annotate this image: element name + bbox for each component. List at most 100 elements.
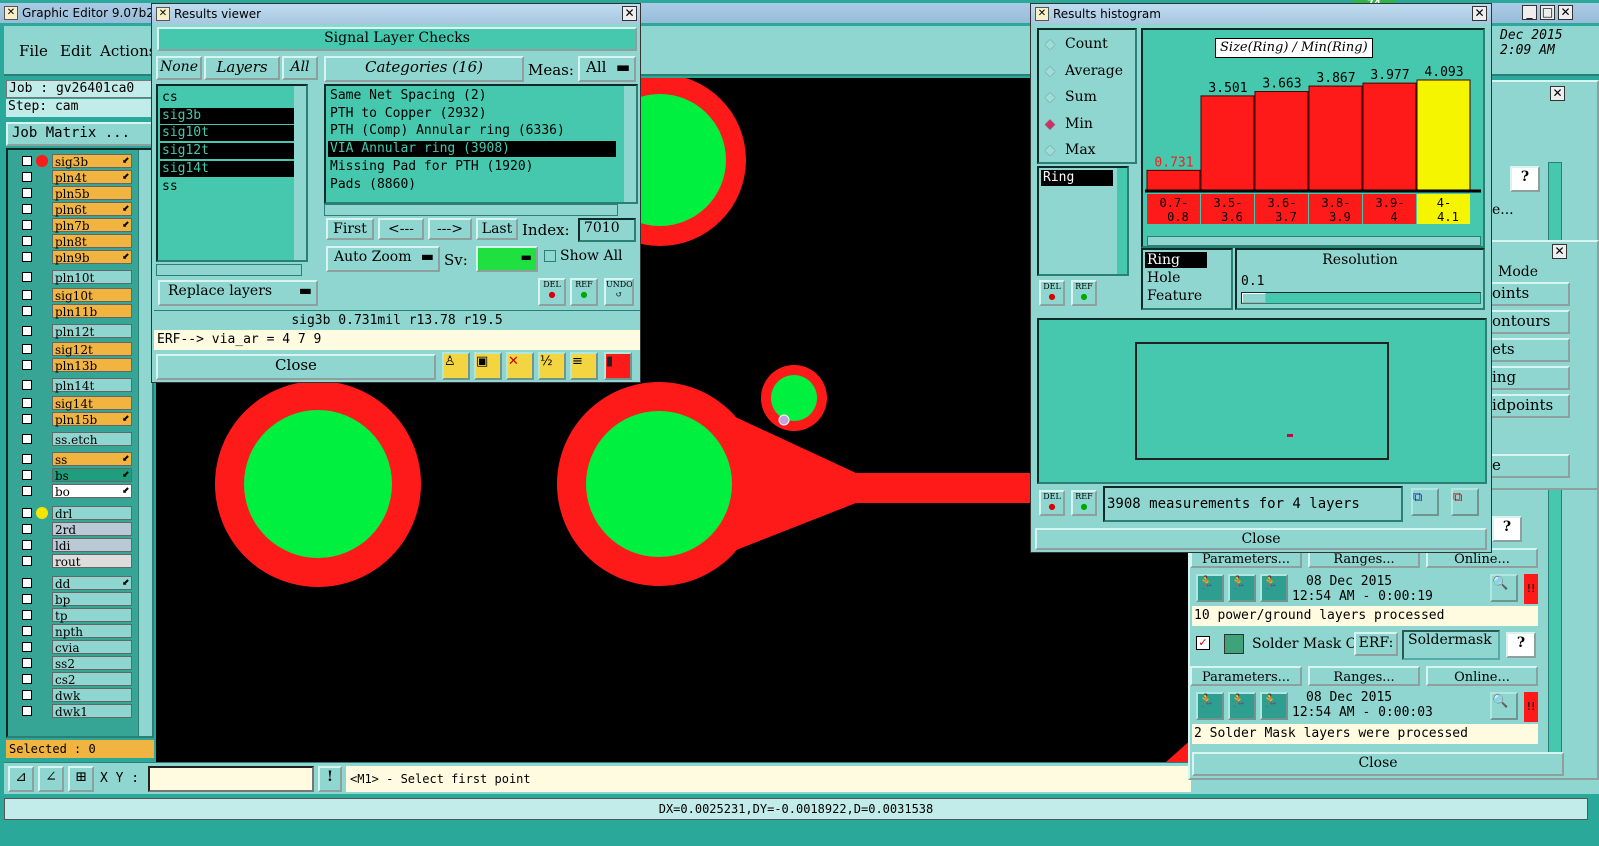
layer-row-tp[interactable]: tp — [16, 608, 134, 623]
layer-checkbox[interactable] — [22, 204, 32, 214]
layer-name[interactable]: sig3b — [52, 154, 132, 169]
xy-input[interactable] — [148, 766, 314, 792]
layer-checkbox[interactable] — [22, 610, 32, 620]
hist-option-sum[interactable]: ◆ Sum — [1045, 89, 1131, 109]
menu-edit[interactable]: Edit — [60, 42, 91, 60]
layer-row-pln12t[interactable]: pln12t — [16, 324, 134, 339]
radio-diamond-icon[interactable]: ◆ — [1045, 90, 1055, 105]
hist-bar[interactable] — [1146, 169, 1201, 191]
rv-layer-item[interactable]: sig12t — [160, 143, 296, 160]
online-button-2[interactable]: Online... — [1426, 666, 1538, 686]
layer-name[interactable]: 2rd — [52, 522, 132, 537]
sv-color-dropdown[interactable]: ▬ — [476, 246, 538, 272]
rv-tool-icon-1[interactable]: ♙ — [442, 352, 470, 380]
ref-button[interactable]: REF ● — [570, 278, 598, 306]
rv-tool-icon-5[interactable]: ≡ — [570, 352, 598, 380]
layer-checkbox[interactable] — [22, 626, 32, 636]
hist-bar[interactable] — [1362, 82, 1417, 191]
layer-name[interactable]: bs — [52, 468, 132, 483]
rv-tool-icon-4[interactable]: ½ — [538, 352, 566, 380]
layer-name[interactable]: pln12t — [52, 324, 132, 339]
layer-row-pln15b[interactable]: pln15b ⬋ — [16, 412, 134, 427]
layer-name[interactable]: cvia — [52, 640, 132, 655]
first-button[interactable]: First — [326, 218, 374, 240]
layer-row-pln13b[interactable]: pln13b — [16, 358, 134, 373]
hist-option-count[interactable]: ◆ Count — [1045, 36, 1131, 56]
rv-layer-item[interactable]: sig3b — [160, 107, 296, 124]
run-icon-1a[interactable]: 🏃 — [1196, 574, 1224, 602]
hist-export-icon-2[interactable]: ⧉ — [1451, 488, 1479, 516]
layer-row-pln8t[interactable]: pln8t — [16, 234, 134, 249]
layer-name[interactable]: pln11b — [52, 304, 132, 319]
layer-row-cvia[interactable]: cvia — [16, 640, 134, 655]
hist-del-button-1[interactable]: DEL ● — [1039, 280, 1065, 306]
type-option-hole[interactable]: Hole — [1145, 270, 1207, 286]
type-option-feature[interactable]: Feature — [1145, 288, 1207, 304]
layer-row-sig12t[interactable]: sig12t — [16, 342, 134, 357]
hist-list-item[interactable]: Ring — [1041, 170, 1113, 186]
parameters-button-2[interactable]: Parameters... — [1190, 666, 1302, 686]
layer-name[interactable]: tp — [52, 608, 132, 623]
hist-ref-button-1[interactable]: REF ● — [1071, 280, 1097, 306]
all-button[interactable]: All — [282, 56, 318, 80]
hist-del-button-2[interactable]: DEL ● — [1039, 490, 1065, 516]
run-icon-1b[interactable]: 🏃 — [1228, 574, 1256, 602]
layer-checkbox[interactable] — [22, 380, 32, 390]
layer-name[interactable]: drl — [52, 506, 132, 521]
layer-name[interactable]: pln14t — [52, 378, 132, 393]
radio-diamond-icon[interactable]: ◆ — [1045, 37, 1055, 52]
mode-item-ets[interactable]: ets — [1490, 338, 1570, 362]
layer-row-dd[interactable]: dd ⬋ — [16, 576, 134, 591]
auto-zoom-button[interactable]: Auto Zoom ▬ — [326, 246, 440, 272]
layer-name[interactable]: pln9b — [52, 250, 132, 265]
layer-name[interactable]: pln15b — [52, 412, 132, 427]
layer-row-sig3b[interactable]: sig3b ⬋ — [16, 154, 134, 169]
layer-checkbox[interactable] — [22, 398, 32, 408]
layer-row-rout[interactable]: rout — [16, 554, 134, 569]
run-icon-2b[interactable]: 🏃 — [1228, 692, 1256, 720]
hist-export-icon-1[interactable]: ⧉ — [1411, 488, 1439, 516]
layer-checkbox[interactable] — [22, 578, 32, 588]
meas-dropdown[interactable]: All ▬ — [578, 56, 636, 82]
radio-diamond-icon[interactable]: ◆ — [1045, 143, 1055, 158]
layer-checkbox[interactable] — [22, 690, 32, 700]
layer-checkbox[interactable] — [22, 306, 32, 316]
hist-bar[interactable] — [1254, 91, 1309, 191]
rv-layer-item[interactable]: sig10t — [160, 125, 296, 142]
zoom-icon-2[interactable]: 🔍 — [1490, 692, 1518, 720]
next-button[interactable]: ---> — [428, 218, 472, 240]
del-button[interactable]: DEL ● — [538, 278, 566, 306]
layer-row-ss2[interactable]: ss2 — [16, 656, 134, 671]
mode-item-contours[interactable]: ontours — [1490, 310, 1570, 334]
layer-row-sig10t[interactable]: sig10t — [16, 288, 134, 303]
type-list[interactable]: Ring Hole Feature — [1141, 248, 1233, 310]
none-button[interactable]: None — [156, 56, 202, 80]
layer-checkbox[interactable] — [22, 470, 32, 480]
layer-row-dwk[interactable]: dwk — [16, 688, 134, 703]
layer-name[interactable]: sig14t — [52, 396, 132, 411]
resolution-slider[interactable] — [1241, 292, 1481, 304]
layer-row-npth[interactable]: npth — [16, 624, 134, 639]
layer-checkbox[interactable] — [22, 486, 32, 496]
alert-button[interactable]: ! — [318, 766, 342, 792]
layer-row-ss[interactable]: ss ⬋ — [16, 452, 134, 467]
minimize-icon[interactable]: _ — [1522, 5, 1537, 20]
layer-row-pln6t[interactable]: pln6t ⬋ — [16, 202, 134, 217]
layer-name[interactable]: dwk — [52, 688, 132, 703]
layer-name[interactable]: ss.etch — [52, 432, 132, 447]
layer-row-ldi[interactable]: ldi — [16, 538, 134, 553]
layer-checkbox[interactable] — [22, 556, 32, 566]
histogram-icon[interactable]: ▮ — [604, 352, 632, 380]
tool-grid-icon[interactable]: ⊞ — [68, 766, 94, 792]
rv-tool-icon-2[interactable]: ▣ — [474, 352, 502, 380]
layer-name[interactable]: rout — [52, 554, 132, 569]
category-item[interactable]: Same Net Spacing (2) — [328, 88, 616, 104]
layer-name[interactable]: pln7b — [52, 218, 132, 233]
erf-value[interactable]: Soldermask — [1402, 630, 1500, 660]
checks-close-button[interactable]: Close — [1192, 752, 1564, 776]
layer-name[interactable]: pln5b — [52, 186, 132, 201]
tool-measure-icon[interactable]: ⊿ — [8, 766, 34, 792]
mode-item-e[interactable]: e — [1490, 454, 1570, 478]
menu-file[interactable]: File — [19, 42, 48, 60]
layer-checkbox[interactable] — [22, 344, 32, 354]
